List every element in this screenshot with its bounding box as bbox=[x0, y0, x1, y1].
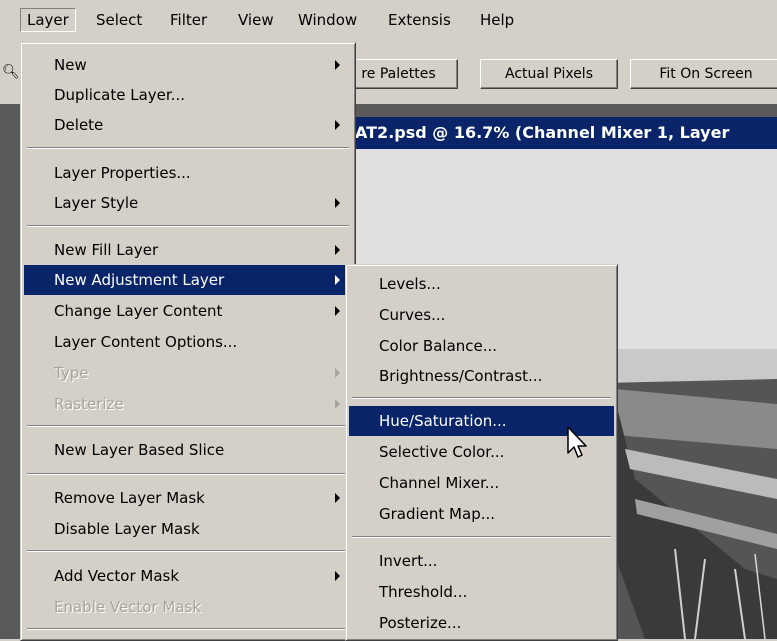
submenu-item-curves[interactable]: Curves... bbox=[349, 300, 614, 330]
submenu-arrow-icon bbox=[335, 306, 340, 316]
menu-item-rasterize: Rasterize bbox=[24, 389, 352, 419]
menu-item-label: Type bbox=[54, 364, 89, 382]
fit-on-screen-button[interactable]: Fit On Screen bbox=[630, 59, 777, 89]
menu-extensis[interactable]: Extensis bbox=[382, 9, 457, 31]
menu-item-delete[interactable]: Delete bbox=[24, 110, 352, 140]
menu-item-add-vector-mask[interactable]: Add Vector Mask bbox=[24, 561, 352, 591]
menu-item-label: Enable Vector Mask bbox=[54, 598, 202, 616]
submenu-item-brightness-contrast[interactable]: Brightness/Contrast... bbox=[349, 361, 614, 391]
menu-item-new-adjustment-layer[interactable]: New Adjustment Layer bbox=[24, 265, 352, 295]
menu-item-new[interactable]: New bbox=[24, 50, 352, 80]
menu-item-new-layer-based-slice[interactable]: New Layer Based Slice bbox=[24, 435, 352, 465]
submenu-item-levels[interactable]: Levels... bbox=[349, 269, 614, 299]
menu-item-layer-style[interactable]: Layer Style bbox=[24, 188, 352, 218]
menu-item-duplicate-layer[interactable]: Duplicate Layer... bbox=[24, 80, 352, 110]
menu-layer[interactable]: Layer bbox=[20, 8, 76, 32]
submenu-arrow-icon bbox=[335, 245, 340, 255]
menu-item-label: Delete bbox=[54, 116, 104, 134]
menu-window[interactable]: Window bbox=[292, 9, 363, 31]
menu-item-label: New Adjustment Layer bbox=[54, 271, 225, 289]
submenu-item-channel-mixer[interactable]: Channel Mixer... bbox=[349, 468, 614, 498]
menu-filter[interactable]: Filter bbox=[164, 9, 213, 31]
menu-item-label: Layer Style bbox=[54, 194, 139, 212]
menu-item-new-fill-layer[interactable]: New Fill Layer bbox=[24, 235, 352, 265]
submenu-item-gradient-map[interactable]: Gradient Map... bbox=[349, 499, 614, 529]
menu-item-layer-content-options[interactable]: Layer Content Options... bbox=[24, 327, 352, 357]
menu-item-type: Type bbox=[24, 358, 352, 388]
mouse-pointer-icon bbox=[567, 426, 587, 458]
menu-item-label: Layer Content Options... bbox=[54, 333, 238, 351]
menu-item-label: Add Vector Mask bbox=[54, 567, 180, 585]
submenu-arrow-icon bbox=[335, 399, 340, 409]
submenu-arrow-icon bbox=[335, 275, 340, 285]
submenu-arrow-icon bbox=[335, 493, 340, 503]
menu-separator bbox=[352, 397, 611, 399]
menu-view[interactable]: View bbox=[232, 9, 280, 31]
menu-item-layer-properties[interactable]: Layer Properties... bbox=[24, 158, 352, 188]
workspace-edge bbox=[0, 42, 20, 639]
workspace-background bbox=[340, 104, 777, 117]
menu-separator bbox=[27, 425, 349, 427]
submenu-arrow-icon bbox=[335, 120, 340, 130]
menu-separator bbox=[27, 473, 349, 475]
menu-item-label: Remove Layer Mask bbox=[54, 489, 205, 507]
submenu-arrow-icon bbox=[335, 198, 340, 208]
menu-separator bbox=[352, 536, 611, 538]
menu-help[interactable]: Help bbox=[474, 9, 520, 31]
menu-item-disable-layer-mask[interactable]: Disable Layer Mask bbox=[24, 514, 352, 544]
menu-item-label: New Layer Based Slice bbox=[54, 441, 225, 459]
menu-item-label: Rasterize bbox=[54, 395, 124, 413]
resize-palettes-button[interactable]: re Palettes bbox=[340, 59, 458, 89]
document-title-bar[interactable]: AT2.psd @ 16.7% (Channel Mixer 1, Layer bbox=[345, 117, 777, 149]
menu-separator bbox=[27, 628, 349, 630]
options-bar: re Palettes Actual Pixels Fit On Screen bbox=[340, 42, 777, 104]
menu-item-change-layer-content[interactable]: Change Layer Content bbox=[24, 296, 352, 326]
menu-separator bbox=[27, 225, 349, 227]
menu-item-label: Change Layer Content bbox=[54, 302, 223, 320]
menu-item-remove-layer-mask[interactable]: Remove Layer Mask bbox=[24, 483, 352, 513]
menu-item-label: New bbox=[54, 56, 87, 74]
submenu-item-color-balance[interactable]: Color Balance... bbox=[349, 331, 614, 361]
submenu-arrow-icon bbox=[335, 571, 340, 581]
submenu-item-invert[interactable]: Invert... bbox=[349, 546, 614, 576]
menu-separator bbox=[27, 550, 349, 552]
menu-item-label: Duplicate Layer... bbox=[54, 86, 185, 104]
submenu-item-threshold[interactable]: Threshold... bbox=[349, 577, 614, 607]
submenu-arrow-icon bbox=[335, 60, 340, 70]
menu-item-label: Layer Properties... bbox=[54, 164, 191, 182]
menu-select[interactable]: Select bbox=[90, 9, 148, 31]
menu-item-label: New Fill Layer bbox=[54, 241, 159, 259]
layer-menu: New Duplicate Layer... Delete Layer Prop… bbox=[20, 42, 356, 641]
zoom-tool-icon[interactable]: 🔍︎ bbox=[2, 64, 20, 80]
menu-item-label: Disable Layer Mask bbox=[54, 520, 200, 538]
menu-bar: Layer Select Filter View Window Extensis… bbox=[0, 0, 777, 43]
menu-separator bbox=[27, 147, 349, 149]
actual-pixels-button[interactable]: Actual Pixels bbox=[480, 59, 618, 89]
submenu-arrow-icon bbox=[335, 368, 340, 378]
submenu-item-posterize[interactable]: Posterize... bbox=[349, 608, 614, 638]
menu-item-enable-vector-mask: Enable Vector Mask bbox=[24, 592, 352, 622]
